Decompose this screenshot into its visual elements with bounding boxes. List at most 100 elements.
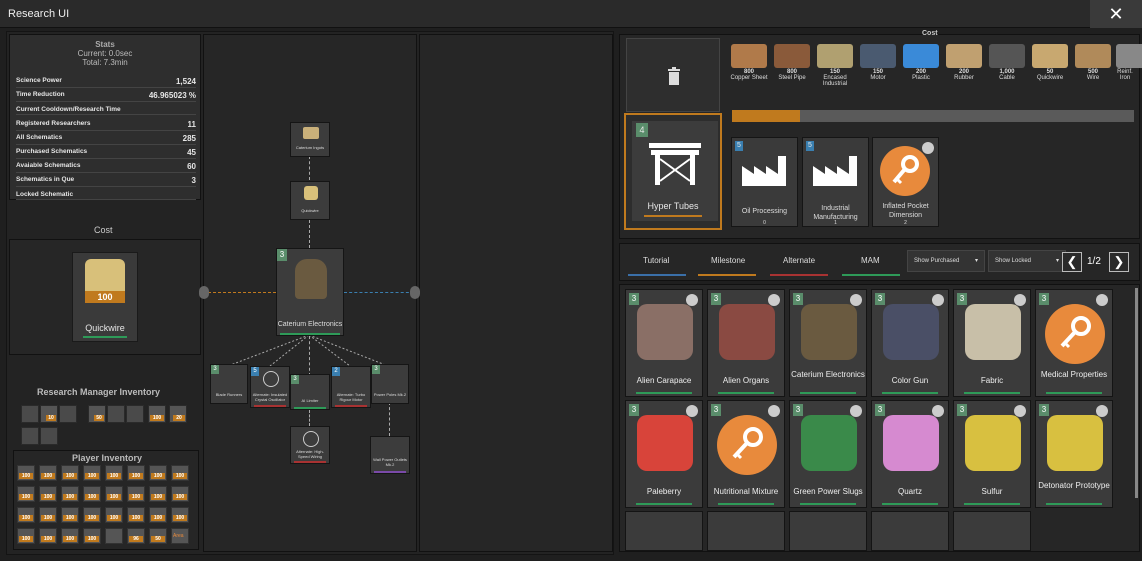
- tab-tutorial[interactable]: Tutorial: [643, 256, 669, 265]
- schematic-card[interactable]: 3 Quartz: [871, 400, 949, 508]
- inventory-slot[interactable]: 100: [39, 528, 57, 544]
- node-high-speed-wiring[interactable]: Alternate: High-Speed Wiring: [290, 426, 330, 464]
- inventory-slot[interactable]: 100: [171, 507, 189, 523]
- node-rigour-motor[interactable]: 2 Alternate: Turbo Rigour Motor: [331, 366, 371, 408]
- inventory-slot[interactable]: 100: [61, 528, 79, 544]
- schematic-card[interactable]: 3 Fabric: [953, 289, 1031, 397]
- item-icon: [719, 304, 775, 360]
- schematic-card[interactable]: 3 Alien Organs: [707, 289, 785, 397]
- inventory-slot[interactable]: [21, 427, 39, 445]
- node-insulated-crystal[interactable]: 5 Alternate: Insulated Crystal Oscillato…: [250, 366, 290, 408]
- schematic-card[interactable]: [789, 511, 867, 551]
- inventory-slot[interactable]: [105, 528, 123, 544]
- schematic-card[interactable]: [953, 511, 1031, 551]
- next-page-button[interactable]: ❯: [1109, 252, 1129, 272]
- inventory-slot[interactable]: 100: [17, 465, 35, 481]
- quickwire-cost-card[interactable]: 100 Quickwire: [72, 252, 138, 342]
- schematic-card[interactable]: [625, 511, 703, 551]
- scrollbar[interactable]: [1135, 288, 1138, 498]
- inventory-slot[interactable]: 100: [127, 507, 145, 523]
- node-caterium-electronics[interactable]: 3 Caterium Electronics: [276, 248, 344, 336]
- schematic-card[interactable]: 3 Alien Carapace: [625, 289, 703, 397]
- schematic-card[interactable]: 3 Detonator Prototype: [1035, 400, 1113, 508]
- lock-icon: [932, 294, 944, 306]
- show-purchased-dropdown[interactable]: Show Purchased ▾: [907, 250, 985, 272]
- inventory-slot[interactable]: 100: [83, 528, 101, 544]
- inventory-slot[interactable]: 100: [127, 465, 145, 481]
- slot-qty: 100: [85, 536, 99, 542]
- window-title: Research UI: [8, 8, 70, 20]
- tier-badge: 3: [957, 404, 967, 416]
- inventory-slot[interactable]: [126, 405, 144, 423]
- lock-icon: [1014, 294, 1026, 306]
- inventory-slot[interactable]: [40, 427, 58, 445]
- unlock-inflated-pocket-dimension[interactable]: Inflated Pocket Dimension 2: [872, 137, 939, 227]
- inventory-slot[interactable]: 96: [127, 528, 145, 544]
- inventory-slot[interactable]: 100: [39, 507, 57, 523]
- inventory-slot[interactable]: 100: [39, 465, 57, 481]
- schematic-card[interactable]: 3 Nutritional Mixture: [707, 400, 785, 508]
- schematic-card[interactable]: 3 Medical Properties: [1035, 289, 1113, 397]
- node-blade-runners[interactable]: 3 Blade Runners: [210, 364, 248, 404]
- slot-qty: 100: [129, 473, 143, 479]
- card-label: Color Gun: [891, 376, 929, 385]
- inventory-slot[interactable]: 100: [61, 507, 79, 523]
- inventory-slot[interactable]: 100: [171, 486, 189, 502]
- tab-mam[interactable]: MAM: [861, 256, 880, 265]
- schematic-card[interactable]: 3 Paleberry: [625, 400, 703, 508]
- stats-heading: Stats: [95, 40, 115, 49]
- quickwire-icon: [304, 186, 318, 200]
- inventory-slot[interactable]: 100: [17, 528, 35, 544]
- inventory-slot[interactable]: 100: [61, 486, 79, 502]
- inventory-slot[interactable]: 100: [83, 486, 101, 502]
- inventory-slot[interactable]: 100: [148, 405, 166, 423]
- inventory-slot[interactable]: 100: [105, 465, 123, 481]
- inventory-slot[interactable]: 100: [83, 465, 101, 481]
- schematic-card[interactable]: [707, 511, 785, 551]
- inventory-slot[interactable]: 100: [149, 465, 167, 481]
- schematic-card[interactable]: 3 Sulfur: [953, 400, 1031, 508]
- inventory-slot[interactable]: 100: [61, 465, 79, 481]
- inventory-slot[interactable]: 100: [149, 486, 167, 502]
- inventory-slot[interactable]: 100: [171, 465, 189, 481]
- inventory-slot[interactable]: 100: [83, 507, 101, 523]
- inventory-slot[interactable]: 100: [105, 486, 123, 502]
- slot-qty: 100: [151, 473, 165, 479]
- tab-milestone[interactable]: Milestone: [711, 256, 745, 265]
- inventory-slot[interactable]: 10: [40, 405, 58, 423]
- inventory-slot[interactable]: [59, 405, 77, 423]
- close-button[interactable]: ✕: [1090, 0, 1142, 28]
- tree-link: [208, 292, 276, 293]
- pioneer-icon: [295, 259, 327, 299]
- selected-research-hyper-tubes[interactable]: 4 Hyper Tubes: [624, 113, 722, 230]
- inventory-slot[interactable]: 100: [127, 486, 145, 502]
- unlock-oil-processing[interactable]: 5 Oil Processing 0: [731, 137, 798, 227]
- node-caterium-ingots[interactable]: Caterium Ingots: [290, 122, 330, 157]
- inventory-slot[interactable]: [21, 405, 39, 423]
- inventory-slot[interactable]: 100: [39, 486, 57, 502]
- inventory-slot[interactable]: 50: [88, 405, 106, 423]
- inventory-slot[interactable]: 100: [149, 507, 167, 523]
- schematic-card[interactable]: 3 Color Gun: [871, 289, 949, 397]
- node-wall-outlets[interactable]: Wall Power Outlets Mk.2: [370, 436, 410, 474]
- prev-page-button[interactable]: ❮: [1062, 252, 1082, 272]
- node-power-poles[interactable]: 3 Power Poles Mk.2: [371, 364, 409, 404]
- schematic-card[interactable]: 3 Caterium Electronics: [789, 289, 867, 397]
- inventory-slot[interactable]: Area: [171, 528, 189, 544]
- unlock-industrial-manufacturing[interactable]: 5 Industrial Manufacturing 1: [802, 137, 869, 227]
- inventory-slot[interactable]: 100: [105, 507, 123, 523]
- schematic-card[interactable]: 3 Green Power Slugs: [789, 400, 867, 508]
- delete-button[interactable]: [626, 38, 720, 112]
- inventory-slot[interactable]: 20: [169, 405, 187, 423]
- inventory-slot[interactable]: 50: [149, 528, 167, 544]
- schematic-card[interactable]: [871, 511, 949, 551]
- inventory-slot[interactable]: [107, 405, 125, 423]
- alternate-bar: [294, 461, 326, 463]
- tab-alternate[interactable]: Alternate: [783, 256, 815, 265]
- node-ai-limiter[interactable]: 3 AI Limiter: [290, 374, 330, 410]
- show-locked-dropdown[interactable]: Show Locked ▾: [988, 250, 1066, 272]
- inventory-slot[interactable]: 100: [17, 486, 35, 502]
- cost-name: Steel Pipe: [778, 75, 806, 81]
- inventory-slot[interactable]: 100: [17, 507, 35, 523]
- node-quickwire[interactable]: Quickwire: [290, 181, 330, 220]
